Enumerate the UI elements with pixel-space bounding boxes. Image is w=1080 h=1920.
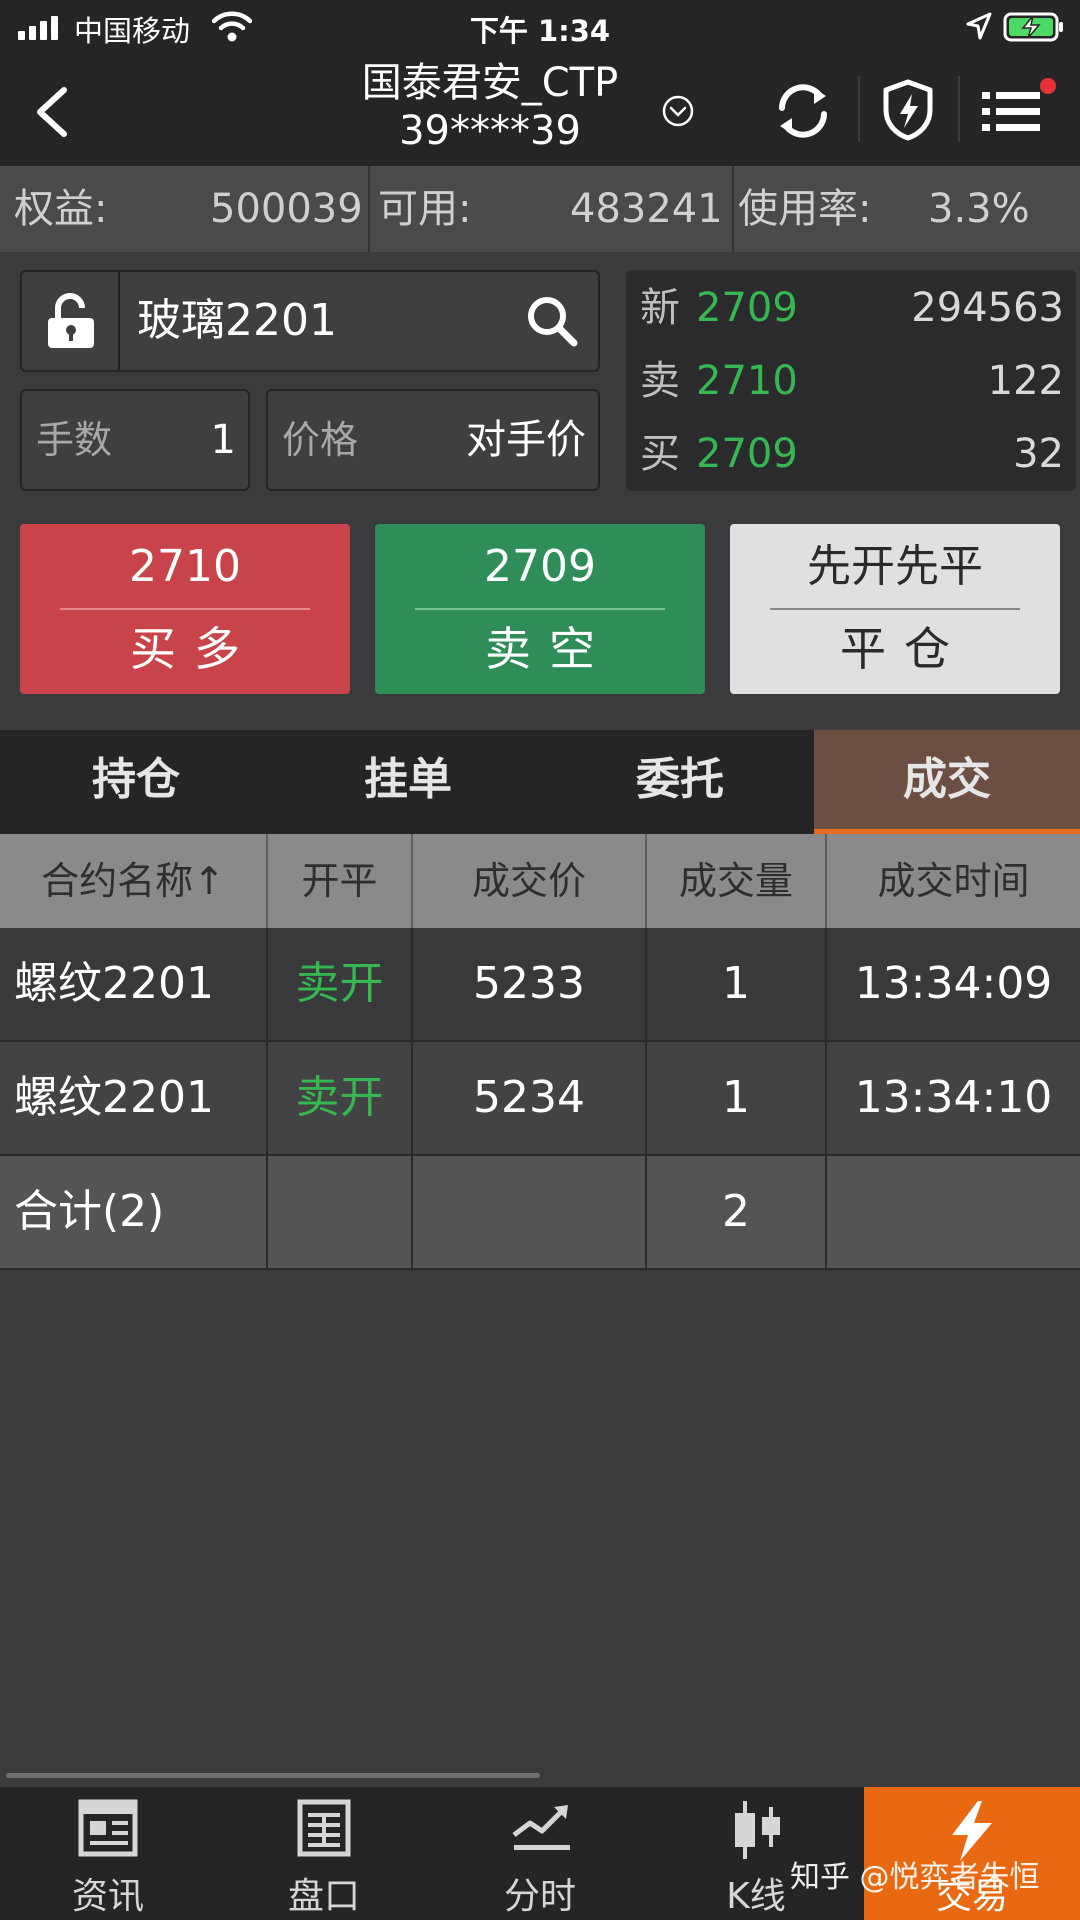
cell-time: 13:34:10 (854, 1072, 1053, 1123)
account-summary: 权益: 500039 可用: 483241 使用率: 3.3% (0, 166, 1080, 252)
total-label: 合计(2) (0, 1156, 268, 1268)
column-header-volume[interactable]: 成交量 (647, 834, 827, 928)
order-book-icon (297, 1799, 351, 1857)
cell-price: 5233 (413, 928, 647, 1040)
equity-label: 权益: (14, 186, 108, 232)
cell-contract: 螺纹2201 (0, 928, 268, 1040)
nav-label: 盘口 (287, 1876, 360, 1917)
quote-price: 2709 (696, 285, 798, 331)
quote-volume: 122 (987, 358, 1064, 404)
quote-label: 买 (640, 431, 680, 477)
broker-title[interactable]: 国泰君安_CTP (300, 60, 680, 106)
tab-bar: 持仓 挂单 委托 成交 (0, 730, 1080, 834)
intraday-chart-icon (512, 1805, 570, 1850)
buy-price: 2710 (129, 541, 241, 592)
divider (368, 166, 370, 252)
candlestick-icon (735, 1801, 780, 1859)
quote-row-ask: 卖 2710 122 (640, 351, 1064, 411)
cell-volume: 1 (647, 1042, 827, 1154)
search-icon[interactable] (525, 294, 579, 348)
refresh-icon[interactable] (770, 78, 836, 144)
quote-label: 卖 (640, 358, 680, 404)
nav-intraday[interactable]: 分时 (432, 1787, 648, 1920)
account-number[interactable]: 39****39 (300, 108, 680, 154)
column-header-contract[interactable]: 合约名称↑ (0, 834, 268, 928)
cell-contract: 螺纹2201 (0, 1042, 268, 1154)
back-arrow-icon[interactable] (28, 84, 78, 140)
tab-orders[interactable]: 委托 (544, 730, 816, 834)
trades-table-header: 合约名称↑ 开平 成交价 成交量 成交时间 (0, 834, 1080, 928)
nav-label: 分时 (503, 1876, 576, 1917)
buy-label: 买多 (130, 622, 258, 676)
price-label: 价格 (282, 418, 359, 462)
usage-label: 使用率: (738, 186, 872, 232)
quote-volume: 32 (1013, 431, 1064, 477)
price-field[interactable]: 价格 对手价 (266, 389, 600, 491)
quantity-value[interactable]: 1 (211, 391, 236, 489)
location-icon (966, 12, 992, 40)
quantity-field[interactable]: 手数 1 (20, 389, 250, 491)
close-label: 平仓 (840, 622, 968, 676)
table-total-row: 合计(2) 2 (0, 1156, 1080, 1270)
status-bar: 中国移动 下午 1:34 (0, 0, 1080, 54)
table-row[interactable]: 螺纹2201 卖开 5233 1 13:34:09 (0, 928, 1080, 1042)
quote-label: 新 (640, 285, 680, 331)
sell-short-button[interactable]: 2709 卖空 (375, 524, 705, 694)
quote-price: 2709 (696, 431, 798, 477)
battery-charging-icon (1003, 12, 1063, 42)
cell-volume: 1 (647, 928, 827, 1040)
nav-label: 资讯 (71, 1876, 144, 1917)
available-value: 483241 (570, 186, 723, 232)
column-header-time[interactable]: 成交时间 (827, 834, 1080, 928)
cell-open-close: 卖开 (268, 928, 413, 1040)
tab-positions[interactable]: 持仓 (0, 730, 272, 834)
chevron-down-icon[interactable] (661, 94, 695, 128)
nav-divider (858, 76, 860, 142)
unlock-icon (48, 293, 94, 348)
quote-volume: 294563 (911, 285, 1064, 331)
nav-divider (958, 76, 960, 142)
divider (732, 166, 734, 252)
total-volume: 2 (647, 1156, 827, 1268)
price-value[interactable]: 对手价 (466, 391, 586, 489)
quote-panel: 新 2709 294563 卖 2710 122 买 2709 32 (626, 270, 1076, 491)
quote-price: 2710 (696, 358, 798, 404)
close-position-button[interactable]: 先开先平 平仓 (730, 524, 1060, 694)
quote-row-bid: 买 2709 32 (640, 424, 1064, 484)
table-row[interactable]: 螺纹2201 卖开 5234 1 13:34:10 (0, 1042, 1080, 1156)
tab-pending[interactable]: 挂单 (272, 730, 544, 834)
column-header-open-close[interactable]: 开平 (268, 834, 413, 928)
quantity-label: 手数 (36, 418, 113, 462)
nav-bar: 国泰君安_CTP 39****39 (0, 54, 1080, 166)
available-label: 可用: (378, 186, 472, 232)
nav-order-book[interactable]: 盘口 (216, 1787, 432, 1920)
sell-label: 卖空 (485, 622, 613, 676)
nav-news[interactable]: 资讯 (0, 1787, 216, 1920)
symbol-name[interactable]: 玻璃2201 (137, 272, 337, 370)
horizontal-scrollbar[interactable] (6, 1773, 540, 1778)
lock-toggle[interactable] (22, 272, 120, 370)
clock: 下午 1:34 (469, 14, 611, 48)
usage-value: 3.3% (928, 186, 1030, 232)
symbol-selector[interactable]: 玻璃2201 (20, 270, 600, 372)
close-mode: 先开先平 (807, 541, 983, 592)
shield-lightning-icon[interactable] (880, 78, 936, 142)
quote-row-last: 新 2709 294563 (640, 278, 1064, 338)
cell-open-close: 卖开 (268, 1042, 413, 1154)
cell-time: 13:34:09 (854, 958, 1053, 1009)
column-header-price[interactable]: 成交价 (413, 834, 647, 928)
cell-price: 5234 (413, 1042, 647, 1154)
buy-long-button[interactable]: 2710 买多 (20, 524, 350, 694)
watermark: 知乎 @悦弈者朱恒 (790, 1860, 1040, 1895)
tab-trades[interactable]: 成交 (814, 730, 1080, 834)
news-icon (78, 1799, 138, 1857)
menu-icon[interactable] (980, 78, 1060, 144)
sell-price: 2709 (484, 541, 596, 592)
equity-value: 500039 (210, 186, 363, 232)
